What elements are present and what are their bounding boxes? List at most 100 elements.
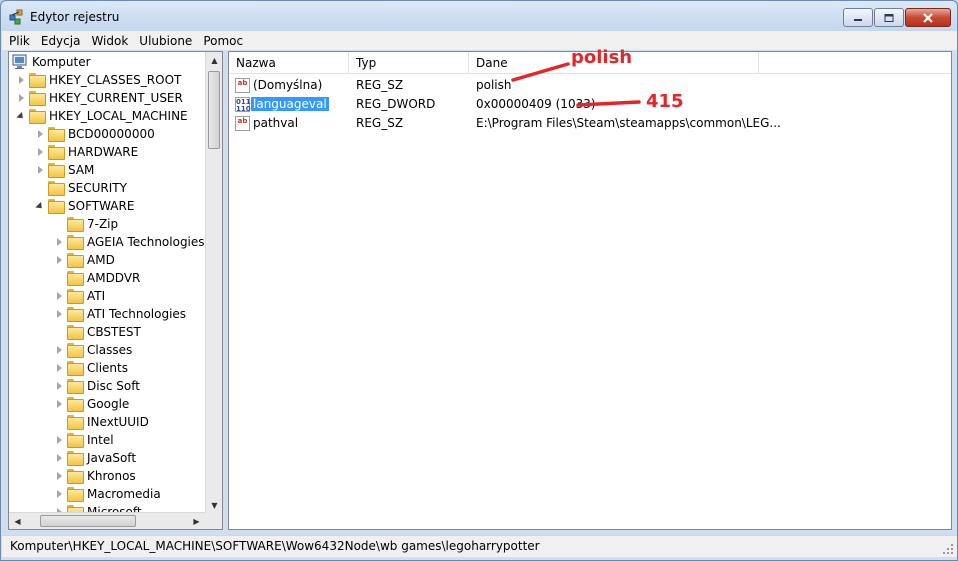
folder-icon — [48, 199, 65, 214]
menu-edit[interactable]: Edycja — [41, 34, 81, 48]
tree-connector — [55, 418, 64, 427]
tree-item[interactable]: HKEY_LOCAL_MACHINE — [17, 107, 188, 125]
resize-grip-icon[interactable] — [943, 544, 954, 555]
tree-connector — [55, 328, 64, 337]
collapse-arrow-icon[interactable] — [17, 112, 26, 121]
expand-arrow-icon[interactable] — [55, 399, 64, 409]
column-type-header[interactable]: Typ — [349, 52, 469, 74]
expand-arrow-icon[interactable] — [55, 291, 64, 301]
title-bar[interactable]: Edytor rejestru — [1, 1, 957, 31]
tree-item[interactable]: HARDWARE — [36, 143, 138, 161]
tree-item[interactable]: Clients — [55, 359, 128, 377]
expand-arrow-icon[interactable] — [55, 435, 64, 445]
scroll-left-arrow-icon[interactable]: ◀ — [9, 513, 26, 529]
folder-icon — [67, 307, 84, 322]
expand-arrow-icon[interactable] — [55, 471, 64, 481]
values-list[interactable]: Nazwa Typ Dane ab (Domyślna) REG_SZ poli… — [228, 51, 952, 530]
expand-arrow-icon[interactable] — [36, 165, 45, 175]
tree-item[interactable]: Google — [55, 395, 129, 413]
list-row[interactable]: ab (Domyślna) REG_SZ polish — [229, 76, 951, 95]
tree-item[interactable]: SAM — [36, 161, 94, 179]
expand-arrow-icon[interactable] — [55, 309, 64, 319]
scroll-right-arrow-icon[interactable]: ▶ — [188, 513, 205, 529]
expand-arrow-icon[interactable] — [17, 93, 26, 103]
tree-item-label: HKEY_LOCAL_MACHINE — [49, 109, 188, 123]
maximize-button[interactable] — [874, 8, 904, 27]
menu-view[interactable]: Widok — [91, 34, 128, 48]
tree-item[interactable]: AGEIA Technologies — [55, 233, 205, 251]
menu-file[interactable]: Plik — [9, 34, 30, 48]
folder-icon — [67, 361, 84, 376]
tree-item[interactable]: 7-Zip — [55, 215, 118, 233]
column-name-header[interactable]: Nazwa — [229, 52, 349, 74]
value-name: languageval — [251, 97, 329, 111]
menu-help[interactable]: Pomoc — [203, 34, 243, 48]
scroll-thumb[interactable] — [208, 71, 220, 149]
expand-arrow-icon[interactable] — [17, 75, 26, 85]
tree-item[interactable]: SOFTWARE — [36, 197, 134, 215]
tree-item[interactable]: SECURITY — [36, 179, 127, 197]
expand-arrow-icon[interactable] — [55, 363, 64, 373]
tree-item[interactable]: CBSTEST — [55, 323, 141, 341]
tree-item-label: SAM — [68, 163, 95, 177]
tree-item[interactable]: JavaSoft — [55, 449, 136, 467]
computer-icon — [12, 54, 27, 69]
folder-icon — [67, 469, 84, 484]
folder-icon — [67, 271, 84, 286]
expand-arrow-icon[interactable] — [55, 345, 64, 355]
folder-icon — [67, 379, 84, 394]
folder-icon — [67, 451, 84, 466]
tree-item-label: SOFTWARE — [68, 199, 135, 213]
folder-icon — [67, 325, 84, 340]
registry-key-tree[interactable]: Komputer HKEY_CLASSES_ROOT HKEY_CURRENT_U… — [8, 51, 223, 530]
list-row[interactable]: ab pathval REG_SZ E:\Program Files\Steam… — [229, 114, 951, 133]
tree-item-label: BCD00000000 — [68, 127, 155, 141]
expand-arrow-icon[interactable] — [55, 489, 64, 499]
tree-item[interactable]: Disc Soft — [55, 377, 140, 395]
tree-root-label: Komputer — [32, 55, 91, 69]
folder-icon — [67, 343, 84, 358]
tree-item[interactable]: Macromedia — [55, 485, 161, 503]
tree-vertical-scrollbar[interactable]: ▲ ▼ — [205, 52, 222, 514]
tree-rows: Komputer HKEY_CLASSES_ROOT HKEY_CURRENT_U… — [9, 52, 205, 514]
tree-item-label: INextUUID — [87, 415, 149, 429]
tree-item[interactable]: ATI Technologies — [55, 305, 186, 323]
close-button[interactable] — [905, 8, 951, 27]
tree-item[interactable]: Classes — [55, 341, 132, 359]
expand-arrow-icon[interactable] — [55, 237, 64, 247]
minimize-button[interactable] — [843, 8, 873, 27]
folder-icon — [67, 433, 84, 448]
collapse-arrow-icon[interactable] — [36, 202, 45, 211]
menu-favorites[interactable]: Ulubione — [139, 34, 192, 48]
tree-root[interactable]: Komputer — [12, 53, 91, 71]
tree-item[interactable]: INextUUID — [55, 413, 149, 431]
expand-arrow-icon[interactable] — [55, 453, 64, 463]
folder-icon — [67, 397, 84, 412]
tree-item[interactable]: Intel — [55, 431, 114, 449]
expand-arrow-icon[interactable] — [36, 129, 45, 139]
tree-item-label: AMDDVR — [87, 271, 141, 285]
scroll-up-arrow-icon[interactable]: ▲ — [206, 52, 222, 69]
folder-icon — [67, 235, 84, 250]
expand-arrow-icon[interactable] — [36, 147, 45, 157]
scrollbar-corner — [205, 512, 222, 529]
tree-item[interactable]: ATI — [55, 287, 105, 305]
tree-item[interactable]: HKEY_CLASSES_ROOT — [17, 71, 181, 89]
tree-horizontal-scrollbar[interactable]: ◀ ▶ — [9, 512, 205, 529]
window-controls — [842, 8, 951, 27]
registry-editor-window: Edytor rejestru Plik Edycja Widok Ulubio… — [0, 0, 958, 561]
folder-icon — [48, 127, 65, 142]
tree-item-label: Disc Soft — [87, 379, 140, 393]
expand-arrow-icon[interactable] — [55, 255, 64, 265]
expand-arrow-icon[interactable] — [55, 381, 64, 391]
horizontal-scroll-thumb[interactable] — [40, 515, 136, 527]
tree-item[interactable]: Khronos — [55, 467, 136, 485]
list-row-selected[interactable]: 011 110 languageval REG_DWORD 0x00000409 … — [229, 95, 951, 114]
tree-item[interactable]: BCD00000000 — [36, 125, 155, 143]
string-value-icon: ab — [235, 116, 250, 131]
tree-item[interactable]: AMD — [55, 251, 115, 269]
window-title: Edytor rejestru — [30, 10, 120, 24]
folder-icon — [29, 73, 46, 88]
tree-item[interactable]: HKEY_CURRENT_USER — [17, 89, 183, 107]
tree-item[interactable]: AMDDVR — [55, 269, 140, 287]
